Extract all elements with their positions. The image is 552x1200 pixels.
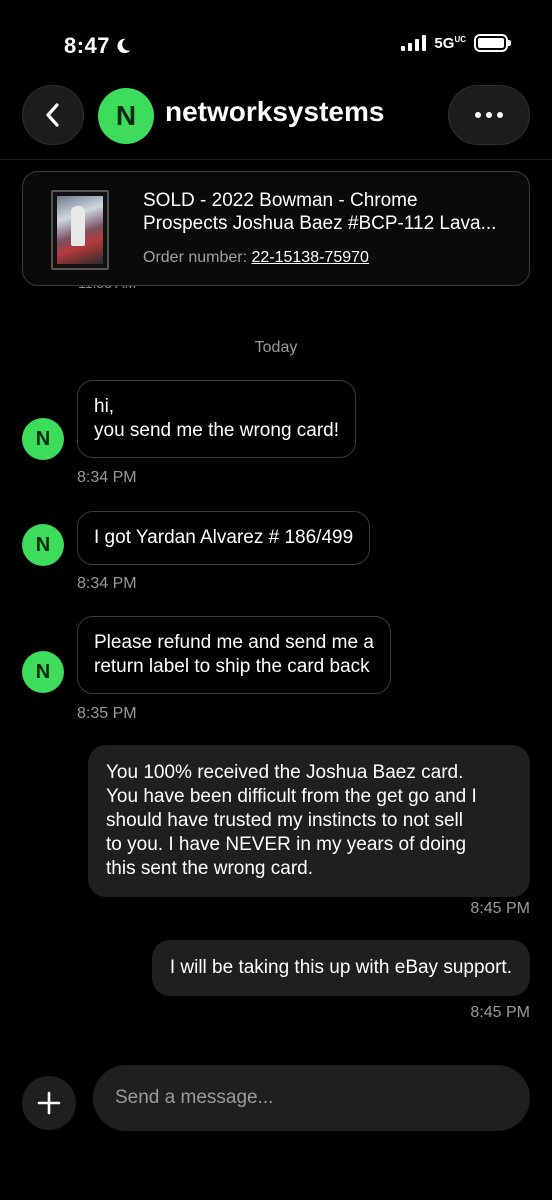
message-bubble-incoming: hi, you send me the wrong card! [77, 380, 357, 458]
card-thumbnail [51, 190, 109, 270]
order-number-link[interactable]: 22-15138-75970 [251, 249, 368, 266]
message-bubble-outgoing: I will be taking this up with eBay suppo… [151, 940, 530, 996]
order-number: Order number: 22-15138-75970 [143, 249, 369, 266]
message-bubble-incoming: Please refund me and send me a return la… [77, 616, 391, 694]
seller-avatar[interactable]: N [98, 88, 154, 144]
more-options-button[interactable] [448, 85, 530, 145]
seller-name[interactable]: networksystems [165, 96, 384, 128]
message-timestamp: 8:34 PM [77, 575, 137, 592]
network-type: 5GUC [434, 34, 466, 52]
add-attachment-button[interactable] [22, 1076, 76, 1130]
seller-avatar-small[interactable]: N [22, 418, 64, 460]
chevron-left-icon [46, 103, 59, 127]
signal-icon [401, 35, 427, 51]
message-bubble-outgoing: You 100% received the Joshua Baez card. … [88, 745, 530, 897]
message-input[interactable] [93, 1065, 530, 1131]
message-bubble-incoming: I got Yardan Alvarez # 186/499 [77, 511, 371, 565]
seller-avatar-small[interactable]: N [22, 524, 64, 566]
status-time: 8:47 [64, 33, 132, 59]
clock: 8:47 [64, 33, 111, 58]
more-dots-icon [475, 112, 481, 118]
message-timestamp: 8:34 PM [77, 469, 137, 486]
back-button[interactable] [22, 85, 84, 145]
day-divider: Today [254, 339, 298, 356]
order-title: SOLD - 2022 Bowman - Chrome Prospects Jo… [143, 190, 497, 234]
plus-icon [37, 1091, 61, 1115]
seller-avatar-small[interactable]: N [22, 651, 64, 693]
battery-icon [474, 34, 511, 52]
header-divider [0, 159, 552, 160]
order-card[interactable]: SOLD - 2022 Bowman - Chrome Prospects Jo… [22, 171, 530, 286]
moon-icon [117, 38, 131, 54]
message-timestamp: 8:45 PM [470, 900, 530, 917]
message-timestamp: 8:45 PM [470, 1004, 530, 1021]
status-indicators: 5GUC [401, 34, 511, 52]
message-timestamp: 8:35 PM [77, 705, 137, 722]
